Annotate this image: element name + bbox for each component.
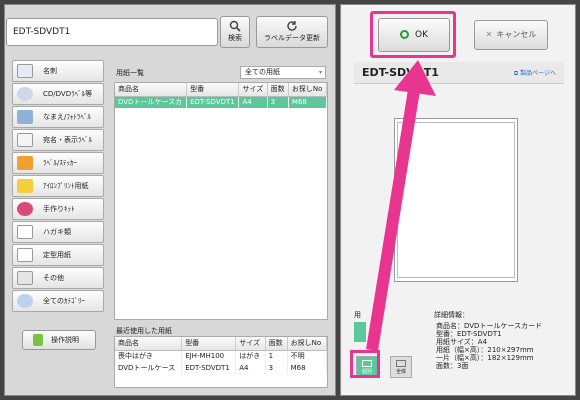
- table-row[interactable]: DVDトールケース EDT-SDVDT1 A4 3 M68: [115, 362, 327, 374]
- paper-filter-select[interactable]: 全ての用紙 ▾: [240, 66, 326, 79]
- standard-paper-icon: [17, 248, 33, 262]
- recent-table: 商品名 型番 サイズ 面数 お探しNo 喪中はがき EJH-MH100 はがき …: [114, 336, 328, 388]
- help-button[interactable]: 操作説明: [22, 330, 96, 350]
- category-item[interactable]: 定型用紙: [12, 244, 104, 266]
- magnifier-icon: [17, 294, 33, 308]
- beginner-mark-icon: [33, 334, 43, 346]
- col-header[interactable]: サイズ: [235, 337, 266, 351]
- paper-list-title: 用紙一覧: [116, 69, 144, 77]
- category-item[interactable]: ハガキ類: [12, 221, 104, 243]
- address-label-icon: [17, 133, 33, 147]
- col-header[interactable]: 型番: [181, 337, 237, 351]
- update-label-data-button[interactable]: ラベルデータ更新: [256, 16, 328, 48]
- category-item[interactable]: ｱｲﾛﾝﾌﾟﾘﾝﾄ用紙: [12, 175, 104, 197]
- detail-line: 用紙サイズ：A4: [436, 338, 488, 346]
- update-button-label: ラベルデータ更新: [264, 34, 320, 42]
- table-row[interactable]: 喪中はがき EJH-MH100 はがき 1 不明: [115, 350, 327, 362]
- category-item[interactable]: 手作りｷｯﾄ: [12, 198, 104, 220]
- col-header[interactable]: 商品名: [115, 337, 183, 351]
- table-header: 商品名 型番 サイズ 面数 お探しNo: [115, 83, 327, 97]
- category-item[interactable]: CD/DVDﾗﾍﾞﾙ等: [12, 83, 104, 105]
- search-icon: [229, 20, 241, 32]
- col-header[interactable]: 商品名: [115, 83, 188, 97]
- craft-kit-icon: [17, 202, 33, 216]
- business-card-icon: [17, 64, 33, 78]
- sticker-icon: [17, 156, 33, 170]
- col-header[interactable]: 面数: [267, 83, 289, 97]
- col-header[interactable]: サイズ: [238, 83, 268, 97]
- detail-info: 商品名：DVDトールケースカード 型番：EDT-SDVDT1 用紙サイズ：A4 …: [436, 322, 542, 370]
- postcard-icon: [17, 225, 33, 239]
- category-item[interactable]: ﾗﾍﾞﾙ/ｽﾃｯｶｰ: [12, 152, 104, 174]
- detail-line: 型番：EDT-SDVDT1: [436, 330, 502, 338]
- category-item[interactable]: その他: [12, 267, 104, 289]
- disc-icon: [17, 87, 33, 101]
- view-all-button[interactable]: 全体: [390, 356, 412, 378]
- category-item[interactable]: 名刺: [12, 60, 104, 82]
- paper-table: 商品名 型番 サイズ 面数 お探しNo DVDトールケースカ EDT-SDVDT…: [114, 82, 328, 320]
- search-button[interactable]: 検索: [220, 16, 250, 48]
- other-icon: [17, 271, 33, 285]
- category-item[interactable]: なまえ/ﾌｫﾄﾗﾍﾞﾙ: [12, 106, 104, 128]
- col-header[interactable]: 面数: [265, 337, 288, 351]
- view-section-label: 用: [354, 311, 361, 319]
- table-row[interactable]: DVDトールケースカ EDT-SDVDT1 A4 3 M68: [115, 96, 327, 108]
- recent-list-title: 最近使用した用紙: [116, 327, 172, 335]
- ok-button[interactable]: OK: [378, 18, 450, 52]
- product-page-link[interactable]: ⧉ 製品ページへ: [514, 68, 556, 78]
- cancel-button[interactable]: ✕ キャンセル: [474, 20, 548, 50]
- monitor-icon: [396, 360, 406, 367]
- label-preview-area: [397, 122, 515, 278]
- ok-circle-icon: [400, 30, 409, 39]
- view-highlight-ring: [350, 350, 380, 378]
- photo-label-icon: [17, 110, 33, 124]
- detail-line: 面数：3面: [436, 362, 469, 370]
- refresh-icon: [287, 21, 297, 31]
- view-indicator: [354, 322, 366, 342]
- detail-line: 用紙（幅×高）：210×297mm: [436, 346, 534, 354]
- detail-title: 詳細情報：: [434, 311, 469, 319]
- search-input[interactable]: EDT-SDVDT1: [6, 18, 218, 46]
- col-header[interactable]: 型番: [186, 83, 240, 97]
- close-icon: ✕: [485, 30, 493, 39]
- category-item[interactable]: 宛名・表示ﾗﾍﾞﾙ: [12, 129, 104, 151]
- col-header[interactable]: お探しNo: [288, 83, 327, 97]
- col-header[interactable]: お探しNo: [287, 337, 327, 351]
- detail-line: 一片（幅×高）：182×129mm: [436, 354, 534, 362]
- search-button-label: 検索: [228, 34, 242, 42]
- table-header: 商品名 型番 サイズ 面数 お探しNo: [115, 337, 327, 351]
- category-list: 名刺 CD/DVDﾗﾍﾞﾙ等 なまえ/ﾌｫﾄﾗﾍﾞﾙ 宛名・表示ﾗﾍﾞﾙ ﾗﾍﾞ…: [12, 60, 104, 313]
- category-item[interactable]: 全てのｶﾃｺﾞﾘｰ: [12, 290, 104, 312]
- chevron-down-icon: ▾: [318, 69, 322, 76]
- detail-line: 商品名：DVDトールケースカード: [436, 322, 543, 330]
- tshirt-icon: [17, 179, 33, 193]
